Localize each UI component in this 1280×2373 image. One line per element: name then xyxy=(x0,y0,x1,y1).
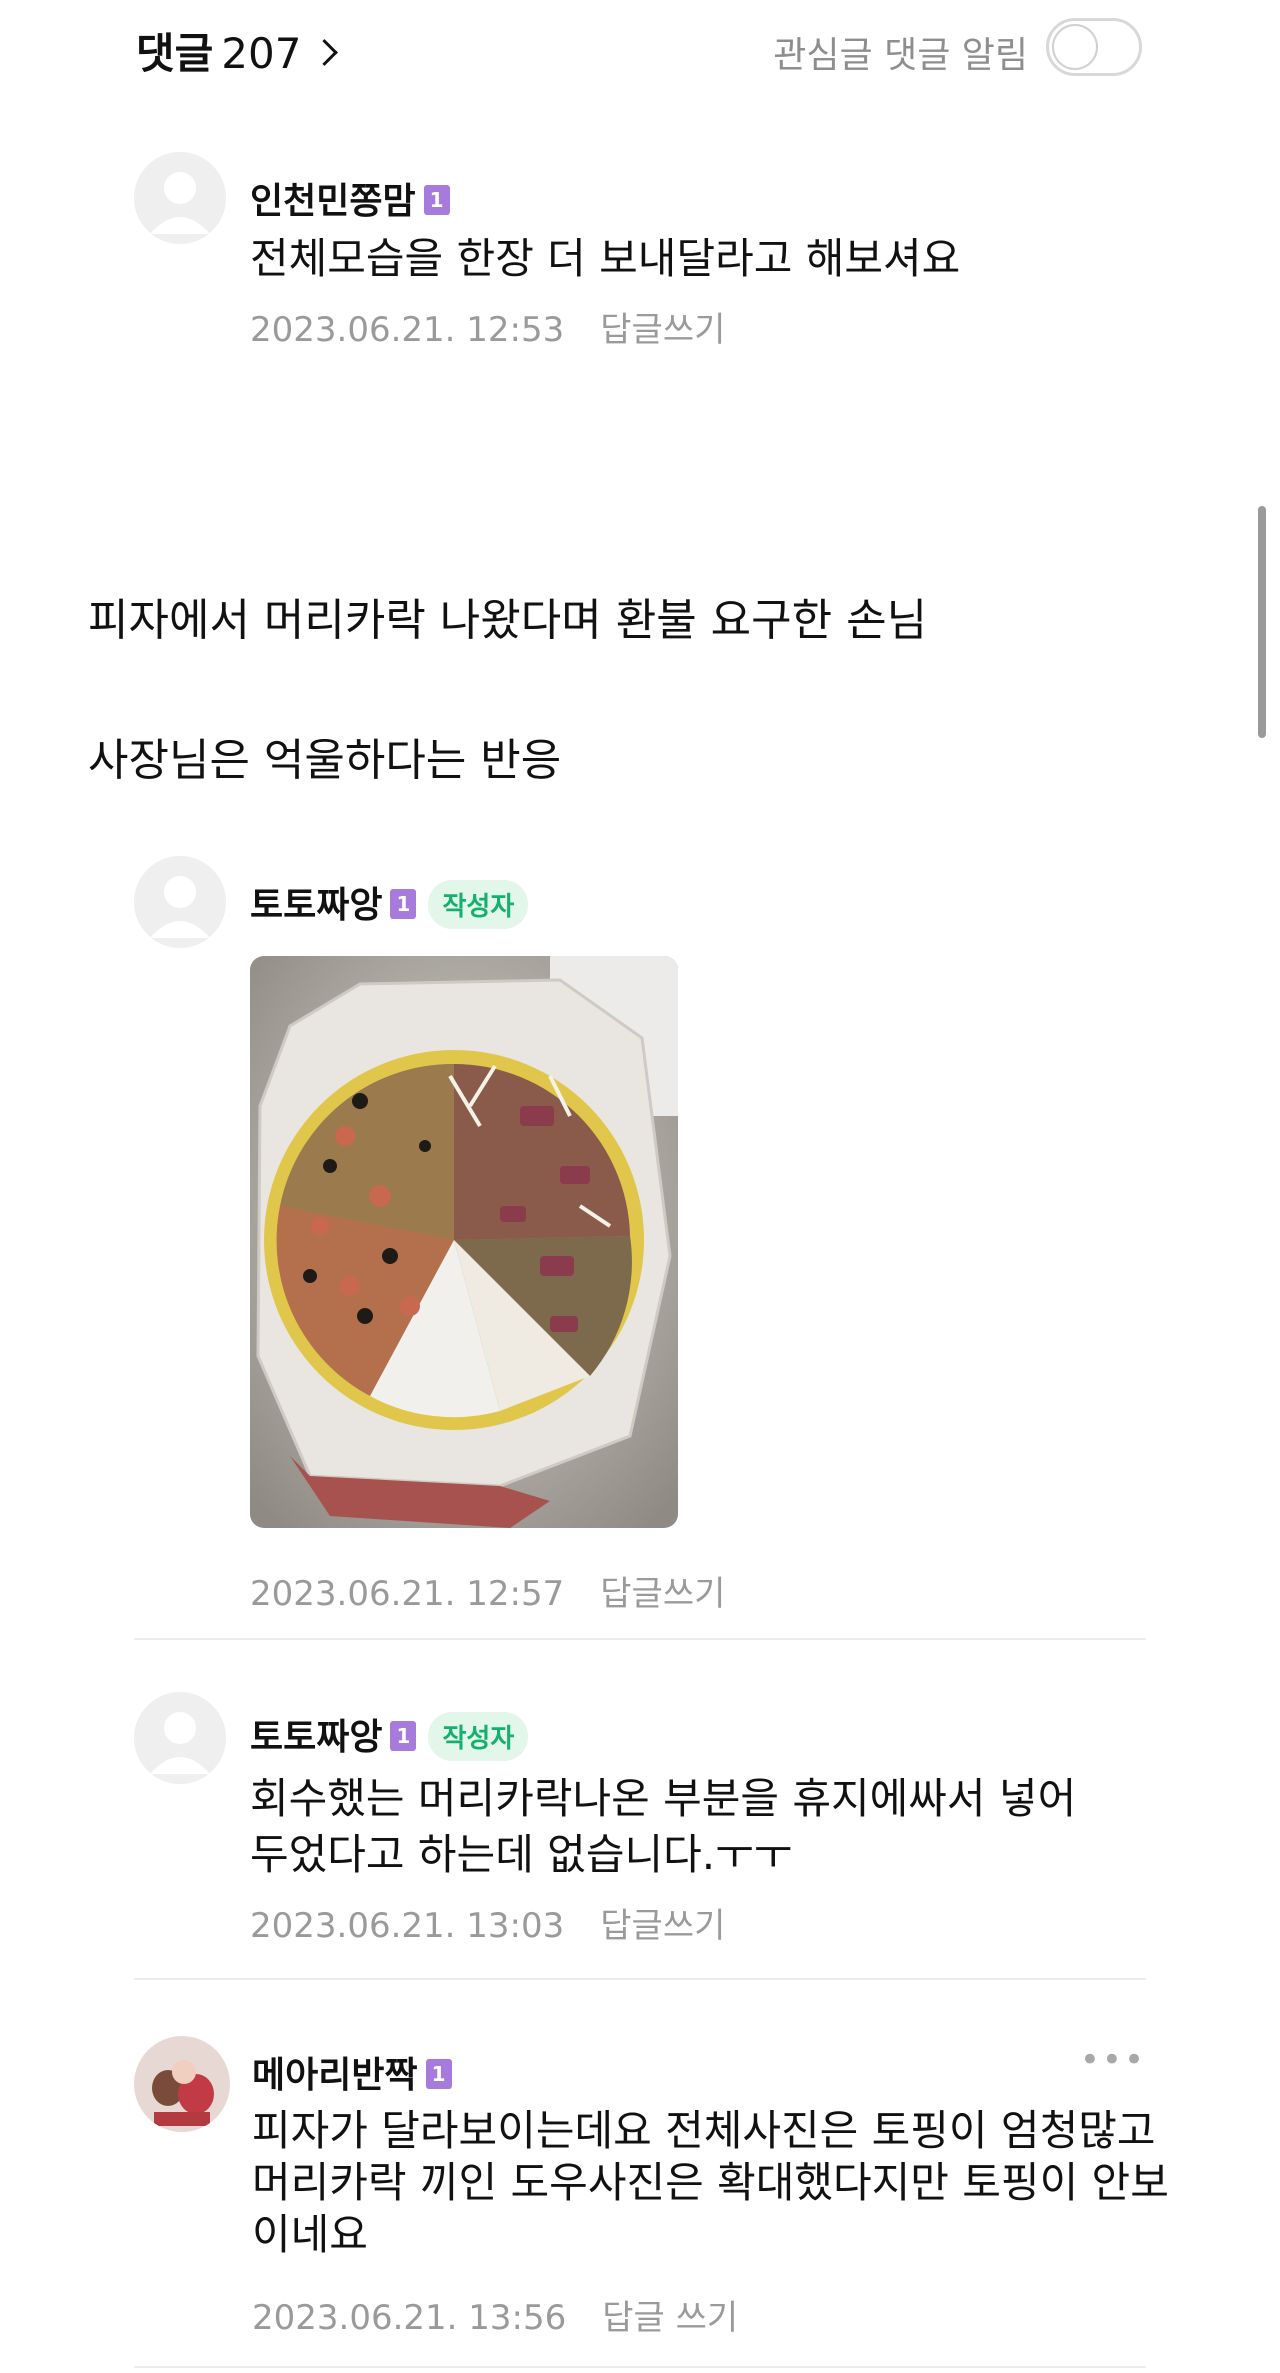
post-text-line: 피자에서 머리카락 나왔다며 환불 요구한 손님 xyxy=(88,595,928,646)
level-badge: 1 xyxy=(423,185,450,215)
comment-meta: 2023.06.21. 12:57 답글쓰기 xyxy=(250,1566,725,1615)
pizza-photo[interactable] xyxy=(250,956,678,1528)
avatar[interactable] xyxy=(134,856,226,948)
comment-date: 2023.06.21. 13:03 xyxy=(250,1906,565,1946)
comment-text-line: 머리카락 끼인 도우사진은 확대했다지만 토핑이 안보 xyxy=(252,2158,1169,2207)
comment-date: 2023.06.21. 13:56 xyxy=(252,2298,567,2338)
reply-button[interactable]: 답글 쓰기 xyxy=(602,2298,738,2338)
comment-nickname[interactable]: 토토짜앙 1 작성자 xyxy=(250,1708,529,1764)
comment-nickname[interactable]: 토토짜앙 1 작성자 xyxy=(250,876,529,932)
level-badge: 1 xyxy=(425,2059,452,2089)
level-badge: 1 xyxy=(390,889,417,919)
comment-nickname[interactable]: 인천민쫑맘 1 xyxy=(250,172,450,224)
comment-meta: 2023.06.21. 13:03 답글쓰기 xyxy=(250,1898,725,1947)
comment-text: 전체모습을 한장 더 보내달라고 해보셔요 xyxy=(250,234,961,283)
comments-label: 댓글 xyxy=(136,29,214,78)
reply-button[interactable]: 답글쓰기 xyxy=(600,1574,725,1614)
comment-alert-toggle[interactable] xyxy=(1046,18,1142,76)
comments-count: 207 xyxy=(221,29,302,78)
scrollbar-thumb[interactable] xyxy=(1258,506,1266,738)
more-options-icon[interactable]: ••• xyxy=(1080,2040,1146,2080)
level-badge: 1 xyxy=(390,1721,417,1751)
comment-text-line: 피자가 달라보이는데요 전체사진은 토핑이 엄청많고 xyxy=(252,2106,1156,2155)
avatar[interactable] xyxy=(134,1692,226,1784)
comment-divider xyxy=(134,2366,1146,2368)
author-badge: 작성자 xyxy=(428,879,529,929)
comment-text-line: 회수했는 머리카락나온 부분을 휴지에싸서 넣어 xyxy=(250,1774,1077,1823)
post-text-line: 사장님은 억울하다는 반응 xyxy=(88,735,562,786)
comment-date: 2023.06.21. 12:57 xyxy=(250,1574,565,1614)
author-badge: 작성자 xyxy=(428,1711,529,1761)
chevron-right-icon xyxy=(311,39,339,66)
comment-nickname[interactable]: 메아리반짝 1 xyxy=(252,2046,452,2098)
comment-meta: 2023.06.21. 13:56 답글 쓰기 xyxy=(252,2290,738,2339)
reply-button[interactable]: 답글쓰기 xyxy=(600,310,725,350)
reply-button[interactable]: 답글쓰기 xyxy=(600,1906,725,1946)
avatar[interactable] xyxy=(134,152,226,244)
comment-date: 2023.06.21. 12:53 xyxy=(250,310,565,350)
comment-divider xyxy=(134,1638,1146,1640)
comment-alert-label: 관심글 댓글 알림 xyxy=(773,35,1028,76)
comment-text-line: 이네요 xyxy=(252,2210,368,2259)
comments-header[interactable]: 댓글 207 xyxy=(136,20,339,81)
comment-meta: 2023.06.21. 12:53 답글쓰기 xyxy=(250,302,725,351)
comment-divider xyxy=(134,1978,1146,1980)
toggle-knob xyxy=(1052,24,1098,70)
avatar[interactable] xyxy=(134,2036,230,2132)
comment-text-line: 두었다고 하는데 없습니다.ㅜㅜ xyxy=(250,1830,793,1879)
